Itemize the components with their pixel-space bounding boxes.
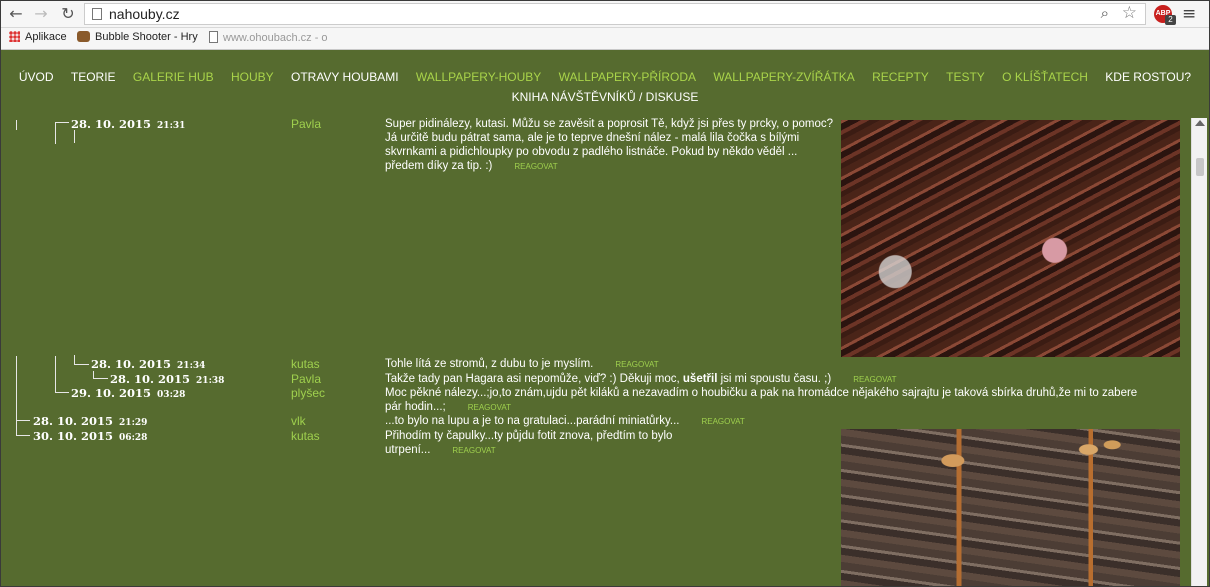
reload-icon[interactable]: ↻ — [58, 4, 78, 24]
bookmark-ohoubach[interactable]: www.ohoubach.cz - o — [209, 31, 328, 47]
reply-link[interactable]: REAGOVAT — [701, 417, 744, 426]
date-text: 28. 10. 2015 — [110, 372, 191, 386]
mushroom-photo[interactable] — [841, 429, 1180, 586]
message-text-after: jsi mi spoustu času. ;) — [717, 373, 832, 385]
scroll-up-arrow-icon[interactable] — [1195, 120, 1205, 126]
back-arrow-icon[interactable]: ← — [6, 4, 26, 24]
bookmarks-bar: Aplikace Bubble Shooter - Hry www.ohouba… — [1, 28, 1209, 50]
game-icon — [77, 31, 90, 42]
reply-link[interactable]: REAGOVAT — [615, 360, 658, 369]
post-author[interactable]: kutas — [291, 429, 320, 443]
time-text: 21:38 — [196, 376, 225, 386]
message-text: Tohle lítá ze stromů, z dubu to je myslí… — [385, 358, 594, 370]
time-text: 21:29 — [119, 418, 148, 428]
time-text: 21:34 — [177, 361, 206, 371]
bookmark-bubble-shooter[interactable]: Bubble Shooter - Hry — [77, 31, 198, 47]
thread-line — [93, 378, 108, 379]
date-text: 28. 10. 2015 — [71, 117, 152, 131]
browser-toolbar: ← → ↻ nahouby.cz ⌕ ☆ ABP 2 ≡ — [1, 1, 1209, 28]
page-inner: ÚVOD TEORIE GALERIE HUB HOUBY OTRAVY HOU… — [7, 50, 1207, 586]
page-icon — [209, 31, 218, 43]
date-text: 29. 10. 2015 — [71, 386, 152, 400]
date-text: 28. 10. 2015 — [33, 414, 114, 428]
bookmark-star-icon[interactable]: ☆ — [1122, 3, 1137, 23]
thread-line — [74, 364, 89, 365]
reply-link[interactable]: REAGOVAT — [452, 446, 495, 455]
bookmark-label: Bubble Shooter - Hry — [95, 31, 198, 43]
scroll-thumb[interactable] — [1196, 158, 1204, 176]
post-message: ...to bylo na lupu a je to na gratulaci.… — [385, 414, 1145, 429]
thread-line — [74, 130, 75, 143]
post-date: 29. 10. 2015 03:28 — [71, 386, 185, 400]
reply-link[interactable]: REAGOVAT — [514, 162, 557, 171]
thread-line — [55, 122, 56, 144]
post-date: 28. 10. 2015 21:29 — [33, 414, 147, 428]
reply-link[interactable]: REAGOVAT — [468, 403, 511, 412]
post-message: Tohle lítá ze stromů, z dubu to je myslí… — [385, 357, 835, 372]
browser-window: ← → ↻ nahouby.cz ⌕ ☆ ABP 2 ≡ Aplikace Bu… — [0, 0, 1210, 587]
page-scrollbar[interactable] — [1191, 118, 1207, 586]
message-text-before: Takže tady pan Hagara asi nepomůže, viď?… — [385, 373, 683, 385]
post-author[interactable]: Pavla — [291, 117, 321, 131]
address-bar[interactable]: nahouby.cz ⌕ ☆ — [84, 3, 1146, 25]
message-text: ...to bylo na lupu a je to na gratulaci.… — [385, 415, 680, 427]
post-date: 28. 10. 2015 21:38 — [110, 372, 224, 386]
thread-line — [16, 120, 17, 130]
post-date: 28. 10. 2015 21:31 — [71, 117, 185, 131]
thread-line — [16, 356, 17, 436]
page-icon — [92, 8, 102, 20]
date-text: 30. 10. 2015 — [33, 429, 114, 443]
post-date: 30. 10. 2015 06:28 — [33, 429, 147, 443]
bookmark-apps[interactable]: Aplikace — [9, 31, 67, 47]
browser-menu-icon[interactable]: ≡ — [1182, 4, 1196, 24]
bookmark-label: www.ohoubach.cz - o — [223, 32, 328, 44]
message-text: Super pidinálezy, kutasi. Můžu se zavěsi… — [385, 118, 834, 172]
apps-grid-icon — [9, 31, 20, 42]
post-author[interactable]: Pavla — [291, 372, 321, 386]
post-message: Super pidinálezy, kutasi. Můžu se zavěsi… — [385, 117, 835, 174]
time-text: 21:31 — [157, 121, 186, 131]
thread-line — [16, 435, 30, 436]
time-text: 03:28 — [157, 390, 186, 400]
post-message: Takže tady pan Hagara asi nepomůže, viď?… — [385, 372, 1145, 387]
message-text-bold: ušetřil — [682, 373, 718, 385]
thread-line — [16, 420, 30, 421]
post-message: Moc pěkné nálezy...;jo,to znám,ujdu pět … — [385, 386, 1150, 415]
message-text: Přihodím ty čapulky...ty půjdu fotit zno… — [385, 430, 673, 456]
guestbook-thread: 28. 10. 2015 21:31 Pavla Super pidinález… — [7, 50, 1207, 586]
reply-link[interactable]: REAGOVAT — [853, 375, 896, 384]
page-content: ÚVOD TEORIE GALERIE HUB HOUBY OTRAVY HOU… — [1, 50, 1209, 586]
post-author[interactable]: plyšec — [291, 386, 325, 400]
post-author[interactable]: vlk — [291, 414, 306, 428]
adblock-count-badge: 2 — [1165, 15, 1176, 25]
forward-arrow-icon[interactable]: → — [31, 4, 51, 24]
mushroom-photo[interactable] — [841, 120, 1180, 357]
thread-line — [55, 122, 69, 123]
post-message: Přihodím ty čapulky...ty půjdu fotit zno… — [385, 429, 745, 458]
post-date: 28. 10. 2015 21:34 — [91, 357, 205, 371]
bookmark-label: Aplikace — [25, 31, 67, 43]
zoom-icon[interactable]: ⌕ — [1101, 4, 1109, 22]
url-text[interactable]: nahouby.cz — [109, 6, 180, 22]
thread-line — [55, 356, 56, 393]
thread-line — [55, 392, 69, 393]
date-text: 28. 10. 2015 — [91, 357, 172, 371]
time-text: 06:28 — [119, 433, 148, 443]
post-author[interactable]: kutas — [291, 357, 320, 371]
